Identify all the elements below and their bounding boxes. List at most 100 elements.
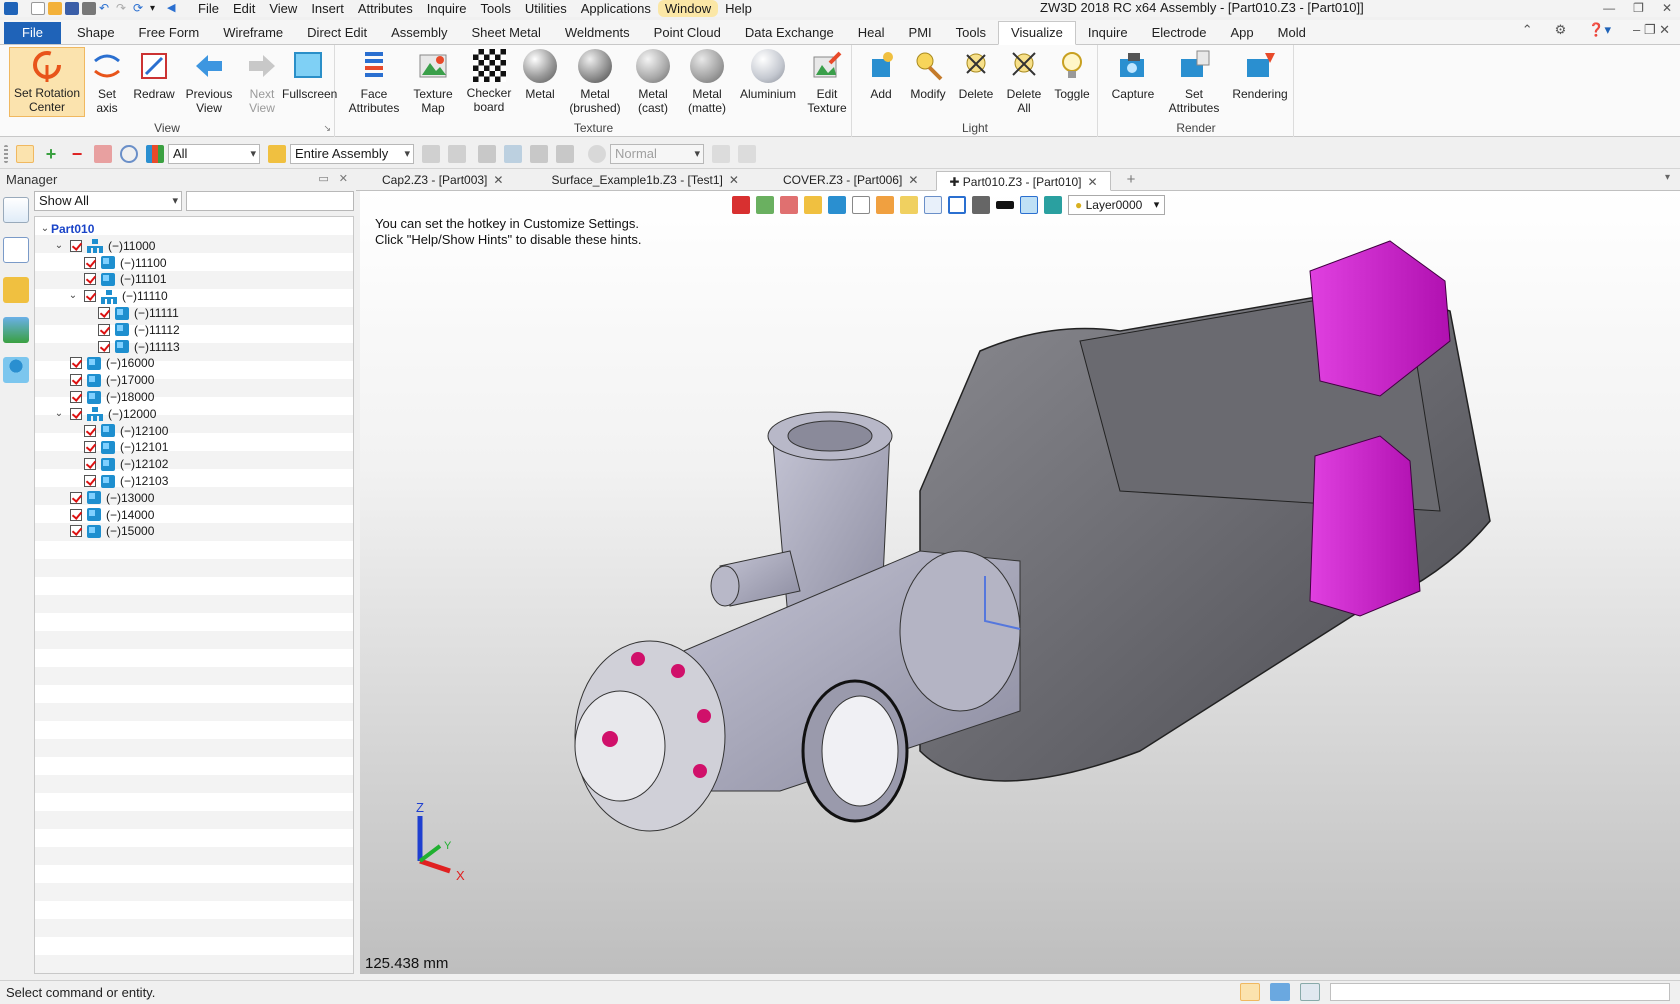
panel-pin-icon[interactable]: ▭ (318, 172, 328, 185)
tree-node[interactable]: (−)18000 (53, 388, 154, 406)
tree-node[interactable]: (−)12101 (67, 438, 168, 456)
tab-tools[interactable]: Tools (944, 22, 998, 44)
print-icon[interactable] (82, 2, 96, 15)
tree-node[interactable]: (−)11112 (81, 321, 180, 339)
tree-node[interactable]: (−)11101 (67, 270, 167, 288)
monitor-icon[interactable] (1270, 983, 1290, 1001)
tab-shape[interactable]: Shape (65, 22, 127, 44)
collapse-ribbon-icon[interactable]: ⌃ (1522, 22, 1533, 38)
settings-gear-icon[interactable]: ⚙ (1555, 22, 1567, 38)
help-icon[interactable]: ❓▾ (1588, 22, 1611, 38)
tree-node[interactable]: ⌄ (−)11000 (53, 237, 155, 255)
arrange-icon[interactable] (530, 144, 548, 163)
visibility-checkbox[interactable] (84, 475, 96, 487)
delete-light-button[interactable]: Delete (955, 49, 997, 101)
next-view-button[interactable]: Next View (240, 49, 284, 115)
back-arrow-icon[interactable]: ◀ (167, 2, 181, 15)
tree-node[interactable]: (−)12103 (67, 472, 168, 490)
tab-mold[interactable]: Mold (1266, 22, 1318, 44)
section-icon[interactable] (948, 196, 966, 214)
tab-assembly[interactable]: Assembly (379, 22, 459, 44)
tab-data-exchange[interactable]: Data Exchange (733, 22, 846, 44)
minimize-icon[interactable]: — (1603, 0, 1615, 17)
save-icon[interactable] (65, 2, 79, 15)
set-rotation-center-button[interactable]: Set Rotation Center (9, 47, 85, 117)
tree-node[interactable]: (−)13000 (53, 489, 154, 507)
menu-attributes[interactable]: Attributes (351, 0, 420, 17)
tree-node[interactable]: (−)16000 (53, 354, 154, 372)
tab-sheet-metal[interactable]: Sheet Metal (460, 22, 553, 44)
close-tab-icon[interactable]: ✕ (1088, 175, 1098, 189)
expand-toggle-icon[interactable]: ⌄ (53, 237, 65, 255)
tab-heal[interactable]: Heal (846, 22, 897, 44)
color-swatch-icon[interactable] (1020, 196, 1038, 214)
menu-edit[interactable]: Edit (226, 0, 262, 17)
align-icon[interactable] (422, 144, 440, 163)
redraw-button[interactable]: Redraw (130, 49, 178, 101)
redo-icon[interactable]: ↷ (116, 2, 130, 15)
tree-node[interactable]: ⌄ (−)12000 (53, 405, 156, 423)
restore-icon[interactable]: ❐ (1633, 0, 1644, 17)
pin-icon[interactable] (556, 144, 574, 163)
doc-tab-cover[interactable]: COVER.Z3 - [Part006] ✕ (771, 170, 930, 190)
list-icon[interactable] (1300, 983, 1320, 1001)
shaded-cube-icon[interactable] (828, 196, 846, 214)
visibility-checkbox[interactable] (84, 441, 96, 454)
rotate-view-icon[interactable]: ⟳ (133, 2, 147, 15)
visibility-checkbox[interactable] (98, 340, 110, 353)
menu-inquire[interactable]: Inquire (420, 0, 474, 17)
aluminium-button[interactable]: Aluminium (736, 49, 800, 101)
gear-disabled-icon[interactable] (588, 144, 606, 163)
3d-model-render[interactable]: Z Y X (360, 191, 1680, 974)
visibility-checkbox[interactable] (70, 357, 82, 370)
doc-tab-cap2[interactable]: Cap2.Z3 - [Part003] ✕ (370, 170, 515, 190)
tab-free-form[interactable]: Free Form (127, 22, 212, 44)
group-launcher-icon[interactable]: ↘ (323, 123, 331, 134)
distribute-icon[interactable] (448, 144, 466, 163)
new-tab-icon[interactable]: + (1117, 170, 1146, 190)
cursor-disabled-icon[interactable] (712, 144, 730, 163)
open-folder-icon[interactable] (48, 2, 62, 15)
assembly-tree-icon[interactable] (3, 237, 29, 263)
image-view-icon[interactable] (3, 317, 29, 343)
part-cube-icon[interactable] (3, 277, 29, 303)
zoom-box-icon[interactable] (924, 196, 942, 214)
tree-node[interactable]: (−)15000 (53, 522, 154, 540)
menu-view[interactable]: View (262, 0, 304, 17)
menu-help[interactable]: Help (718, 0, 759, 17)
exit-view-icon[interactable] (732, 196, 750, 214)
tab-direct-edit[interactable]: Direct Edit (295, 22, 379, 44)
visibility-checkbox[interactable] (84, 458, 96, 471)
tree-node[interactable]: (−)12100 (67, 422, 168, 440)
metal-brushed-button[interactable]: Metal (brushed) (564, 49, 626, 115)
set-axis-button[interactable]: Set axis (90, 49, 124, 115)
settings-disabled-icon[interactable] (738, 144, 756, 163)
menu-tools[interactable]: Tools (474, 0, 518, 17)
view-filter-icon[interactable] (756, 196, 774, 214)
add-light-button[interactable]: Add (861, 49, 901, 101)
mode-dropdown[interactable]: Normal (610, 143, 704, 164)
show-all-dropdown[interactable]: Show All (34, 191, 182, 211)
cube-yellow-icon[interactable] (804, 196, 822, 214)
visibility-checkbox[interactable] (70, 491, 82, 504)
close-icon[interactable]: ✕ (1662, 0, 1672, 17)
capture-button[interactable]: Capture (1107, 49, 1159, 101)
new-file-icon[interactable] (31, 2, 45, 15)
add-icon[interactable]: + (42, 145, 60, 163)
color-black-icon[interactable] (996, 201, 1014, 209)
filter-funnel-icon[interactable] (146, 144, 164, 163)
tab-pmi[interactable]: PMI (897, 22, 944, 44)
lasso-icon[interactable] (120, 144, 138, 163)
select-arrow-icon[interactable] (16, 144, 34, 163)
scope-dropdown[interactable]: Entire Assembly (290, 143, 414, 164)
tab-file[interactable]: File (4, 22, 61, 44)
menu-insert[interactable]: Insert (304, 0, 351, 17)
panel-close-icon[interactable]: ✕ (339, 172, 348, 185)
tab-list-icon[interactable]: ▾ (1665, 172, 1670, 183)
layer-icon[interactable] (478, 144, 496, 163)
display-mode-icon[interactable] (876, 196, 894, 214)
menu-applications[interactable]: Applications (574, 0, 658, 17)
tree-node[interactable]: (−)11113 (81, 338, 180, 356)
background-icon[interactable] (972, 196, 990, 214)
close-tab-icon[interactable]: ✕ (908, 173, 918, 187)
